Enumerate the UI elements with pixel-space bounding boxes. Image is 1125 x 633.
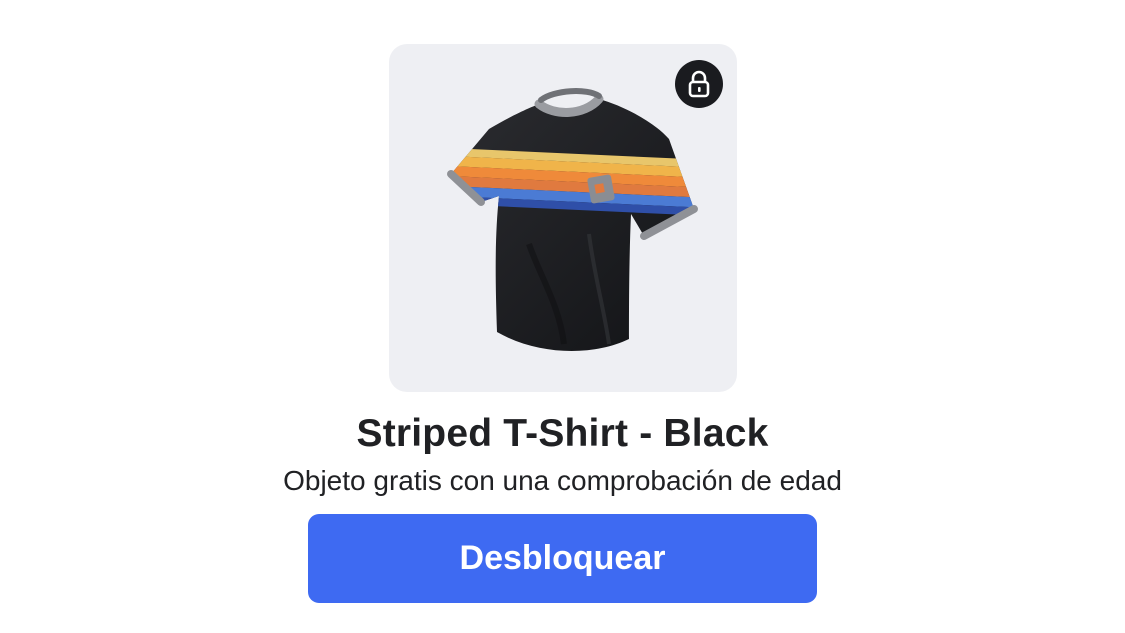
lock-icon bbox=[688, 70, 710, 98]
tshirt-logo bbox=[587, 174, 615, 204]
tshirt-collar bbox=[534, 94, 604, 117]
unlock-button[interactable]: Desbloquear bbox=[308, 514, 817, 603]
lock-badge bbox=[675, 60, 723, 108]
item-subtitle: Objeto gratis con una comprobación de ed… bbox=[283, 465, 842, 496]
item-card[interactable] bbox=[389, 44, 737, 392]
item-title: Striped T-Shirt - Black bbox=[356, 412, 769, 455]
